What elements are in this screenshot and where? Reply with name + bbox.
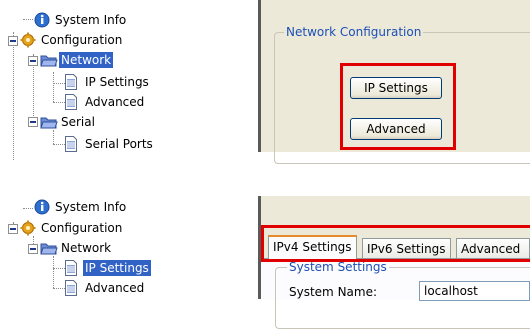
page-icon bbox=[64, 260, 80, 276]
page-icon bbox=[64, 280, 80, 296]
tree-item-advanced[interactable]: Advanced bbox=[64, 279, 146, 297]
tree-connector bbox=[53, 256, 54, 288]
tree-view-bottom: System Info Configuration Network IP Set… bbox=[0, 0, 200, 299]
tree-item-label: Advanced bbox=[85, 281, 145, 295]
tree-item-label: Network bbox=[61, 241, 112, 255]
tree-connector bbox=[23, 208, 33, 209]
group-title: Network Configuration bbox=[284, 24, 424, 40]
tree-item-label: Configuration bbox=[41, 221, 123, 235]
gear-icon bbox=[20, 220, 36, 236]
tab-ipv4-settings[interactable]: IPv4 Settings bbox=[268, 235, 357, 259]
advanced-button[interactable]: Advanced bbox=[350, 118, 442, 140]
info-icon bbox=[34, 199, 50, 215]
tree-item-label: IP Settings bbox=[83, 260, 151, 276]
collapse-toggle-configuration[interactable] bbox=[8, 224, 18, 234]
system-name-label: System Name: bbox=[289, 285, 378, 299]
collapse-toggle-network[interactable] bbox=[28, 244, 38, 254]
tree-item-ip-settings[interactable]: IP Settings bbox=[64, 259, 151, 277]
tree-item-configuration[interactable]: Configuration bbox=[20, 219, 124, 237]
ip-settings-button[interactable]: IP Settings bbox=[350, 77, 442, 99]
system-name-input[interactable]: localhost bbox=[419, 281, 530, 301]
tab-content: System Settings System Name: localhost bbox=[261, 258, 530, 329]
tree-item-network[interactable]: Network bbox=[40, 239, 113, 257]
folder-open-icon bbox=[40, 240, 58, 256]
panel-splitter[interactable] bbox=[258, 0, 261, 152]
tree-item-system-info[interactable]: System Info bbox=[34, 198, 128, 216]
tree-item-label: System Info bbox=[55, 200, 127, 214]
